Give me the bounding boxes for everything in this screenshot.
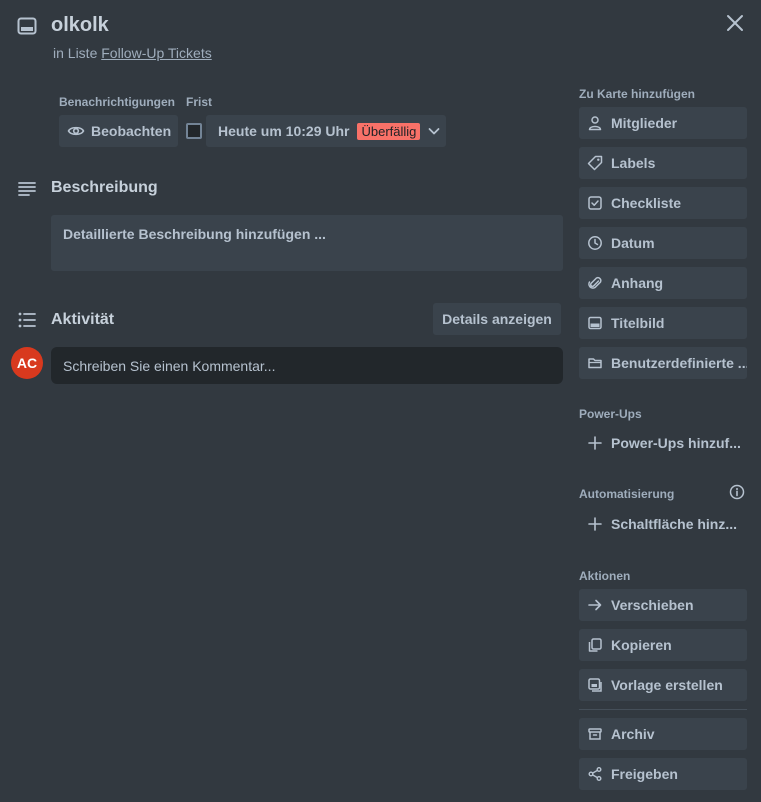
- due-date-button[interactable]: Heute um 10:29 Uhr Überfällig: [206, 115, 446, 147]
- due-label: Frist: [186, 95, 213, 109]
- tag-icon: [587, 155, 603, 171]
- labels-button[interactable]: Labels: [579, 147, 747, 179]
- share-label: Freigeben: [611, 766, 678, 782]
- add-powerups-button[interactable]: Power-Ups hinzuf...: [579, 427, 747, 459]
- create-template-label: Vorlage erstellen: [611, 677, 723, 693]
- move-button[interactable]: Verschieben: [579, 589, 747, 621]
- share-button[interactable]: Freigeben: [579, 758, 747, 790]
- cover-icon: [587, 315, 603, 331]
- list-prefix: in Liste: [53, 45, 98, 61]
- date-button[interactable]: Datum: [579, 227, 747, 259]
- chevron-down-icon: [426, 123, 442, 139]
- cover-label: Titelbild: [611, 315, 665, 331]
- avatar[interactable]: AC: [11, 347, 43, 379]
- attachment-label: Anhang: [611, 275, 664, 291]
- description-editor[interactable]: Detaillierte Beschreibung hinzufügen ...: [51, 215, 563, 271]
- custom-fields-button[interactable]: Benutzerdefinierte ...: [579, 347, 747, 379]
- attachment-button[interactable]: Anhang: [579, 267, 747, 299]
- archive-icon: [587, 726, 603, 742]
- sidebar-divider: [579, 709, 747, 710]
- move-label: Verschieben: [611, 597, 694, 613]
- activity-icon: [16, 309, 38, 331]
- checkbox-icon: [587, 195, 603, 211]
- show-details-button[interactable]: Details anzeigen: [433, 303, 561, 335]
- template-icon: [587, 677, 603, 693]
- clock-icon: [587, 235, 603, 251]
- list-breadcrumb: in Liste Follow-Up Tickets: [53, 45, 212, 61]
- description-icon: [16, 178, 38, 200]
- close-icon[interactable]: [722, 10, 748, 36]
- archive-label: Archiv: [611, 726, 655, 742]
- folder-icon: [587, 355, 603, 371]
- activity-title: Aktivität: [51, 311, 115, 328]
- watch-label: Beobachten: [91, 123, 172, 139]
- cover-button[interactable]: Titelbild: [579, 307, 747, 339]
- person-icon: [587, 115, 603, 131]
- add-button-automation[interactable]: Schaltfläche hinz...: [579, 508, 747, 540]
- add-powerups-label: Power-Ups hinzuf...: [611, 435, 741, 451]
- copy-icon: [587, 637, 603, 653]
- arrow-right-icon: [587, 597, 603, 613]
- list-link[interactable]: Follow-Up Tickets: [101, 45, 211, 61]
- info-icon[interactable]: [728, 483, 746, 501]
- create-template-button[interactable]: Vorlage erstellen: [579, 669, 747, 701]
- add-button-automation-label: Schaltfläche hinz...: [611, 516, 738, 532]
- checklist-label: Checkliste: [611, 195, 682, 211]
- labels-label: Labels: [611, 155, 656, 171]
- card-icon: [16, 15, 38, 37]
- card-title[interactable]: olkolk: [51, 14, 109, 37]
- copy-button[interactable]: Kopieren: [579, 629, 747, 661]
- archive-button[interactable]: Archiv: [579, 718, 747, 750]
- actions-label: Aktionen: [579, 569, 631, 583]
- members-button[interactable]: Mitglieder: [579, 107, 747, 139]
- notifications-label: Benachrichtigungen: [59, 95, 176, 109]
- description-title: Beschreibung: [51, 179, 158, 196]
- powerups-label: Power-Ups: [579, 407, 642, 421]
- plus-icon: [587, 516, 603, 532]
- paperclip-icon: [587, 275, 603, 291]
- checklist-button[interactable]: Checkliste: [579, 187, 747, 219]
- automation-label: Automatisierung: [579, 487, 675, 501]
- plus-icon: [587, 435, 603, 451]
- comment-input[interactable]: [51, 347, 563, 384]
- overdue-badge: Überfällig: [357, 122, 421, 140]
- add-to-card-label: Zu Karte hinzufügen: [579, 87, 695, 101]
- watch-button[interactable]: Beobachten: [59, 115, 178, 147]
- date-label: Datum: [611, 235, 655, 251]
- eye-icon: [67, 122, 85, 140]
- copy-label: Kopieren: [611, 637, 672, 653]
- due-date-text: Heute um 10:29 Uhr: [218, 123, 350, 139]
- members-label: Mitglieder: [611, 115, 678, 131]
- custom-fields-label: Benutzerdefinierte ...: [611, 355, 747, 371]
- share-icon: [587, 766, 603, 782]
- due-checkbox[interactable]: [186, 123, 202, 139]
